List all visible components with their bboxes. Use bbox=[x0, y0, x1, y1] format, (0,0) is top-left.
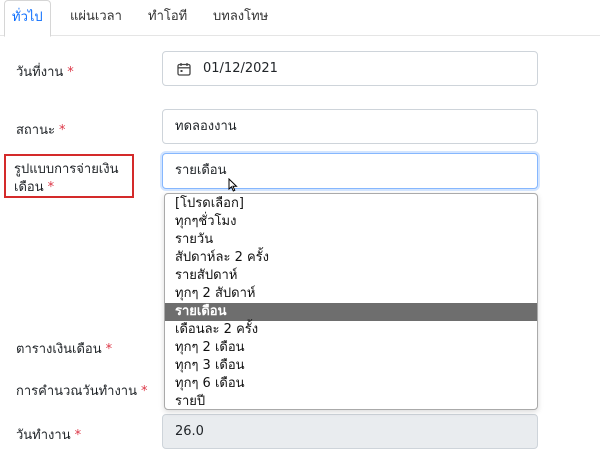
dropdown-option[interactable]: ทุกๆ 2 เดือน bbox=[165, 339, 537, 357]
work-date-value: 01/12/2021 bbox=[203, 61, 278, 76]
required-mark: * bbox=[141, 384, 148, 399]
pay-type-select[interactable]: รายเดือน bbox=[162, 153, 538, 189]
dropdown-option[interactable]: ทุกๆ 2 สัปดาห์ bbox=[165, 285, 537, 303]
status-field[interactable]: ทดลองงาน bbox=[162, 109, 538, 144]
tab-overtime[interactable]: ทำโอที bbox=[148, 0, 187, 36]
dropdown-option[interactable]: เดือนละ 2 ครั้ง bbox=[165, 321, 537, 339]
workdays-value: 26.0 bbox=[175, 424, 204, 439]
dropdown-option[interactable]: ทุกๆ 3 เดือน bbox=[165, 357, 537, 375]
required-mark: * bbox=[67, 65, 74, 80]
dropdown-option[interactable]: รายสัปดาห์ bbox=[165, 267, 537, 285]
mouse-cursor-icon bbox=[228, 178, 238, 192]
salary-schedule-label: ตารางเงินเดือน * bbox=[16, 338, 112, 359]
workday-calc-label-text: การคำนวณวันทำงาน bbox=[16, 384, 137, 399]
dropdown-option[interactable]: [โปรดเลือก] bbox=[165, 195, 537, 213]
tab-penalty[interactable]: บทลงโทษ bbox=[213, 0, 268, 36]
pay-type-label: รูปแบบการจ่ายเงิน เดือน * bbox=[4, 154, 134, 198]
pay-type-dropdown[interactable]: [โปรดเลือก] ทุกๆชั่วโมง รายวัน สัปดาห์ละ… bbox=[164, 193, 538, 410]
pay-type-label-line1: รูปแบบการจ่ายเงิน bbox=[14, 162, 119, 177]
salary-schedule-label-text: ตารางเงินเดือน bbox=[16, 342, 102, 357]
required-mark: * bbox=[105, 342, 113, 357]
workdays-label: วันทำงาน * bbox=[16, 424, 81, 445]
work-date-field[interactable]: 01/12/2021 bbox=[162, 51, 538, 86]
required-mark: * bbox=[74, 428, 82, 443]
pay-type-value: รายเดือน bbox=[175, 163, 227, 178]
required-mark: * bbox=[58, 123, 66, 138]
status-label-text: สถานะ bbox=[16, 123, 55, 138]
required-mark: * bbox=[47, 180, 55, 195]
dropdown-option[interactable]: ทุกๆชั่วโมง bbox=[165, 213, 537, 231]
dropdown-option[interactable]: ทุกๆ 6 เดือน bbox=[165, 375, 537, 393]
tab-general[interactable]: ทั่วไป bbox=[4, 0, 51, 37]
workdays-field: 26.0 bbox=[162, 414, 538, 449]
dropdown-option[interactable]: สัปดาห์ละ 2 ครั้ง bbox=[165, 249, 537, 267]
pay-type-label-line2: เดือน bbox=[14, 180, 44, 195]
tab-timesheet[interactable]: แผ่นเวลา bbox=[70, 0, 122, 36]
status-label: สถานะ * bbox=[16, 119, 65, 140]
dropdown-option[interactable]: รายปี bbox=[165, 393, 537, 411]
tab-bar: ทั่วไป แผ่นเวลา ทำโอที บทลงโทษ bbox=[0, 0, 600, 37]
workday-calc-label: การคำนวณวันทำงาน * bbox=[16, 380, 148, 401]
work-date-label: วันที่งาน * bbox=[16, 61, 74, 82]
dropdown-option-selected[interactable]: รายเดือน bbox=[165, 303, 537, 321]
dropdown-option[interactable]: รายวัน bbox=[165, 231, 537, 249]
calendar-icon[interactable] bbox=[177, 62, 191, 76]
workdays-label-text: วันทำงาน bbox=[16, 428, 71, 443]
status-value: ทดลองงาน bbox=[175, 119, 237, 134]
work-date-label-text: วันที่งาน bbox=[16, 65, 64, 80]
